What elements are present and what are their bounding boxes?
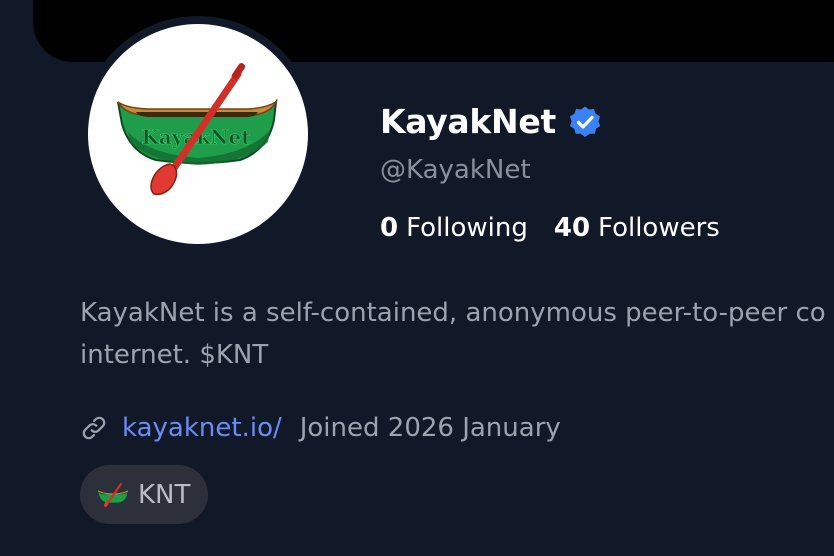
display-name: KayakNet xyxy=(380,102,556,141)
following-count: 0 xyxy=(380,213,399,243)
canoe-icon xyxy=(97,482,129,507)
profile-bio: KayakNet is a self-contained, anonymous … xyxy=(80,292,834,376)
avatar[interactable]: KayakNet xyxy=(88,24,308,244)
followers-stat[interactable]: 40 Followers xyxy=(554,211,720,245)
token-pill[interactable]: KNT xyxy=(80,465,209,524)
following-stat[interactable]: 0 Following xyxy=(380,211,528,245)
bio-line-2: internet. $KNT xyxy=(80,340,269,370)
token-label: KNT xyxy=(138,479,191,510)
joined-date: Joined 2026 January xyxy=(299,413,561,443)
profile-stats: 0 Following 40 Followers xyxy=(380,211,720,245)
verified-badge-icon xyxy=(569,106,601,137)
display-name-row: KayakNet xyxy=(380,100,602,144)
profile-page: KayakNet KayakNet @KayakNet 0Following 4… xyxy=(0,0,834,556)
followers-label: Followers xyxy=(598,213,720,243)
bio-line-1: KayakNet is a self-contained, anonymous … xyxy=(80,298,826,328)
website-link[interactable]: kayaknet.io/ xyxy=(122,411,282,445)
handle: @KayakNet xyxy=(380,155,531,185)
canoe-paddle-icon: KayakNet xyxy=(117,63,278,196)
profile-meta: kayaknet.io/ Joined 2026 January xyxy=(80,411,561,445)
link-icon xyxy=(82,416,106,440)
following-label: Following xyxy=(406,213,528,243)
followers-count: 40 xyxy=(553,213,591,243)
